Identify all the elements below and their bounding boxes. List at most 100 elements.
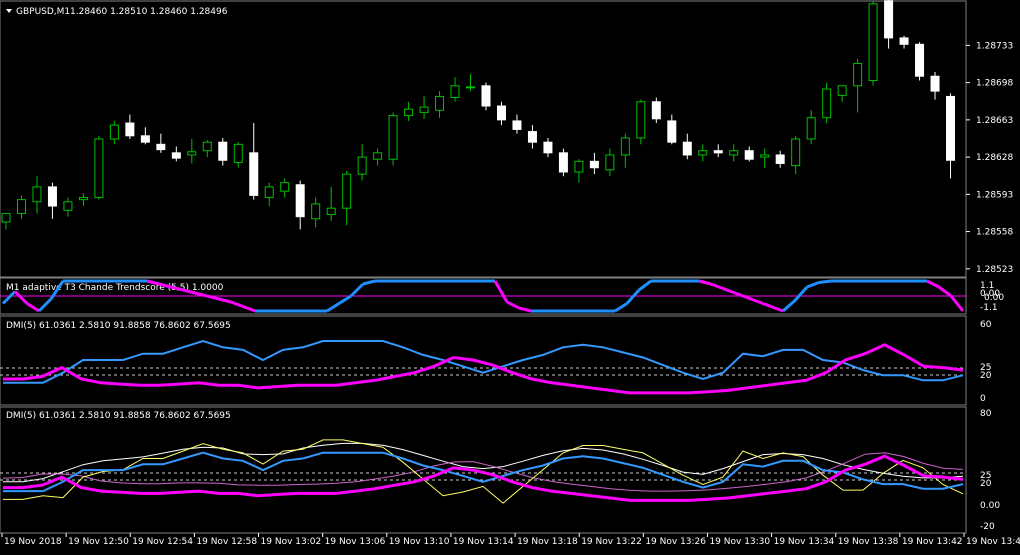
dmi2-tick: -20 — [980, 522, 995, 532]
time-tick-label: 19 Nov 13:46 — [966, 537, 1020, 547]
dmi2-axis: 80 25 20 0.00 -20 — [980, 409, 1000, 532]
price-tick-label: 1.28558 — [976, 228, 1013, 238]
candle-body — [760, 154, 770, 158]
candle-body — [450, 85, 460, 99]
trendscore-pane[interactable]: M1 adaptive T3 Chande Trendscore (5,5) 1… — [0, 277, 967, 315]
candle-body — [140, 135, 150, 143]
dmi2-tick: 0.00 — [980, 501, 1000, 511]
time-tick-label: 19 Nov 13:14 — [453, 537, 514, 547]
dmi-pane-1[interactable]: DMI(5) 61.0361 2.5810 91.8858 76.8602 67… — [0, 315, 967, 406]
candle-body — [481, 85, 491, 107]
candle-body — [837, 85, 847, 96]
dmi1-title: DMI(5) 61.0361 2.5810 91.8858 76.8602 67… — [6, 321, 231, 331]
ohlc-readout: 1.28460 1.28510 1.28460 1.28496 — [70, 7, 228, 17]
candle-body — [125, 122, 135, 137]
candle-body — [233, 143, 243, 163]
candle-body — [187, 151, 197, 156]
candle-body — [171, 152, 181, 159]
trend-axis-label: 0.00 — [984, 293, 1004, 303]
candle-body — [651, 101, 661, 120]
price-tick-label: 1.28733 — [976, 41, 1013, 51]
dmi1-tick: 60 — [980, 320, 992, 330]
candle-body — [202, 141, 212, 152]
candle-body — [682, 141, 692, 156]
candle-body — [1, 212, 11, 223]
candle-body — [822, 88, 832, 119]
candle-body — [806, 117, 816, 140]
time-tick-label: 19 Nov 13:10 — [389, 537, 450, 547]
candle-body — [63, 201, 73, 211]
candle-body — [342, 173, 352, 209]
time-tick-label: 19 Nov 2018 — [4, 537, 62, 547]
price-tick-label: 1.28593 — [976, 190, 1013, 200]
candle-body — [574, 160, 584, 173]
dmi2-tick: 80 — [980, 409, 992, 419]
candle-body — [326, 207, 336, 216]
candle-body — [636, 101, 646, 139]
candle-body — [264, 186, 274, 199]
candle-body — [404, 108, 414, 117]
chart-window[interactable]: GBPUSD,M1 1.28460 1.28510 1.28460 1.2849… — [0, 0, 1020, 551]
candle-body — [946, 95, 956, 161]
candle-body — [667, 120, 677, 143]
price-tick-label: 1.28628 — [976, 153, 1013, 163]
candle-body — [620, 137, 630, 156]
trend-axis-label: -1.1 — [980, 303, 998, 313]
candle-body — [94, 138, 104, 199]
candle-body — [791, 138, 801, 167]
candle-body — [496, 105, 506, 121]
candle-body — [698, 150, 708, 156]
candle-body — [373, 152, 383, 160]
candle-body — [16, 199, 26, 214]
candle-body — [868, 3, 878, 81]
time-tick-label: 19 Nov 13:18 — [517, 537, 578, 547]
candle-body — [78, 197, 88, 201]
price-pane[interactable]: GBPUSD,M1 1.28460 1.28510 1.28460 1.2849… — [0, 0, 967, 278]
candle-body — [156, 143, 166, 151]
time-axis: 19 Nov 2018 19 Nov 12:50 19 Nov 12:54 19 No… — [1, 533, 1020, 547]
candle-body — [853, 62, 863, 87]
dmi1-axis: 60 25 20 0 — [980, 320, 992, 404]
trendscore-segment — [818, 279, 832, 284]
candle-body — [512, 120, 522, 130]
candle-body — [744, 150, 754, 160]
time-tick-label: 19 Nov 12:58 — [196, 537, 257, 547]
candle-body — [543, 141, 553, 154]
candle-body — [388, 115, 398, 160]
candle-body — [527, 131, 537, 143]
dmi1-tick: 20 — [980, 371, 992, 381]
dmi2-title: DMI(5) 61.0361 2.5810 91.8858 76.8602 67… — [6, 411, 231, 421]
candle-body — [419, 106, 429, 113]
time-tick-label: 19 Nov 13:06 — [325, 537, 386, 547]
symbol-label: GBPUSD,M1 — [16, 7, 70, 17]
candle-body — [357, 156, 367, 175]
candle-body — [729, 150, 739, 156]
candle-body — [435, 95, 445, 111]
time-tick-label: 19 Nov 13:22 — [581, 537, 642, 547]
price-tick-label: 1.28698 — [976, 79, 1013, 89]
candle-body — [249, 152, 259, 196]
candle-body — [295, 184, 305, 218]
candle-body — [280, 182, 290, 192]
dmi1-tick: 0 — [980, 394, 986, 404]
candle-body — [558, 152, 568, 173]
time-tick-label: 19 Nov 13:34 — [774, 537, 835, 547]
time-tick-label: 19 Nov 13:30 — [709, 537, 770, 547]
candle-body — [311, 203, 321, 220]
candle-body — [930, 75, 940, 92]
time-tick-label: 19 Nov 13:26 — [645, 537, 706, 547]
candle-body — [32, 186, 42, 203]
time-tick-label: 19 Nov 12:54 — [132, 537, 193, 547]
trendscore-axis: 1.1 0.00 0.00 -1.1 — [980, 281, 1004, 313]
candle-body — [47, 186, 57, 207]
dmi-pane-2[interactable]: DMI(5) 61.0361 2.5810 91.8858 76.8602 67… — [0, 406, 967, 534]
candle-body — [775, 154, 785, 164]
dmi2-tick: 20 — [980, 479, 992, 489]
candle-body — [884, 0, 894, 39]
candle-body — [899, 37, 909, 45]
price-tick-label: 1.28663 — [976, 116, 1013, 126]
candle-body — [605, 154, 615, 171]
price-tick-label: 1.28523 — [976, 265, 1013, 275]
candle-body — [218, 141, 228, 161]
candle-body — [589, 160, 599, 169]
